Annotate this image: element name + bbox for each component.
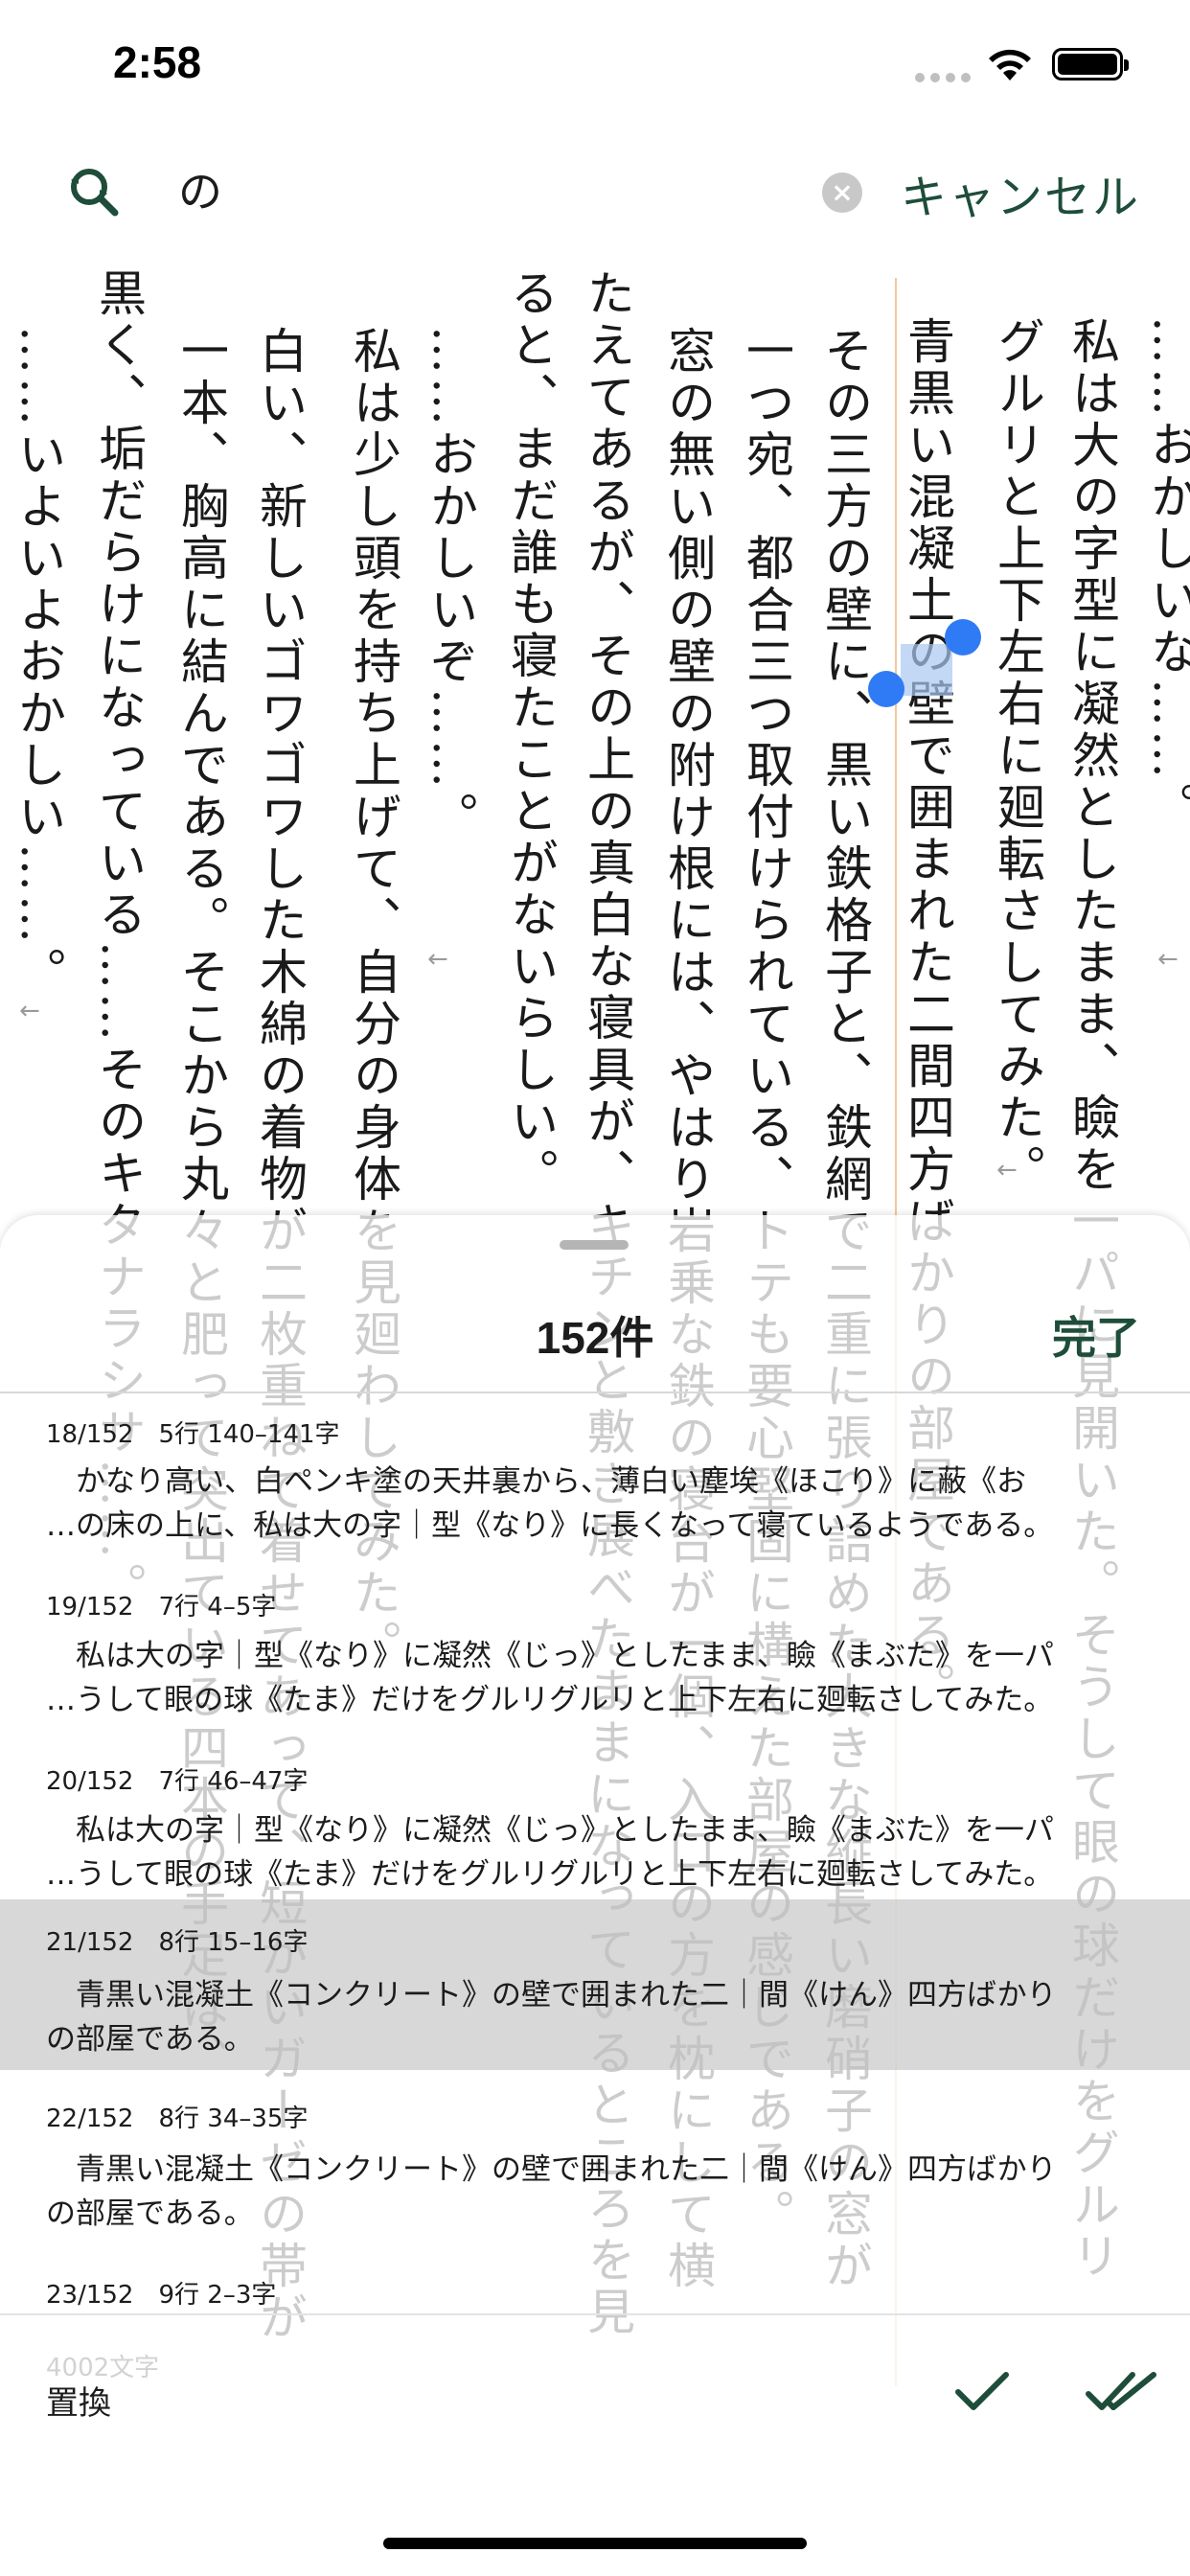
return-mark-icon: ← — [996, 1156, 1018, 1184]
result-row[interactable]: 23/152 9行 2–3字 — [0, 2248, 1190, 2313]
result-location: 20/152 7行 46–47字 — [46, 1767, 309, 1796]
done-button[interactable]: 完了 — [1052, 1303, 1140, 1367]
text-column: ……おかしいな……。 — [1143, 316, 1190, 834]
text-column: ると、まだ誰も寝たことがないらしい。 — [503, 268, 559, 1200]
text-column: ……おかしいぞ……。 — [423, 326, 478, 843]
result-location: 19/152 7行 4–5字 — [46, 1593, 277, 1622]
result-row[interactable]: 19/152 7行 4–5字 私は大の字｜型《なり》に凝然《じっ》としたまま、瞼… — [0, 1566, 1190, 1740]
return-mark-icon: ← — [1157, 945, 1179, 974]
result-row[interactable]: 18/152 5行 140–141字 かなり高い、白ペンキ塗の天井裏から、薄白い… — [0, 1393, 1190, 1566]
result-row[interactable]: 22/152 8行 34–35字 青黒い混凝土《コンクリート》の壁で囲まれた二｜… — [0, 2074, 1190, 2246]
search-match-highlight — [901, 644, 952, 696]
text-column: ……いよいよおかしい……。 — [11, 326, 66, 999]
replace-button[interactable]: 置換 — [46, 2377, 111, 2424]
result-snippet: 青黒い混凝土《コンクリート》の壁で囲まれた二｜間《けん》四方ばかり — [46, 2152, 1057, 2187]
result-snippet: の部屋である。 — [46, 2022, 254, 2057]
result-snippet: 青黒い混凝土《コンクリート》の壁で囲まれた二｜間《けん》四方ばかり — [46, 1978, 1057, 2012]
text-column: グルリと上下左右に廻転さしてみた。 — [990, 316, 1045, 1196]
checkmark-icon[interactable] — [952, 2367, 1012, 2415]
result-location: 23/152 9行 2–3字 — [46, 2281, 277, 2310]
return-mark-icon: ← — [427, 945, 448, 974]
selection-end-handle[interactable] — [945, 619, 981, 656]
result-snippet: 私は大の字｜型《なり》に凝然《じっ》としたまま、瞼《まぶた》を一パ — [46, 1639, 1054, 1673]
result-snippet: …うして眼の球《たま》だけをグルリグルリと上下左右に廻転さしてみた。 — [46, 1683, 1054, 1717]
result-location: 22/152 8行 34–35字 — [46, 2104, 309, 2133]
result-row-selected[interactable]: 21/152 8行 15–16字 青黒い混凝土《コンクリート》の壁で囲まれた二｜… — [0, 1899, 1190, 2070]
divider — [0, 2313, 1190, 2315]
result-snippet: 私は大の字｜型《なり》に凝然《じっ》としたまま、瞼《まぶた》を一パ — [46, 1813, 1054, 1848]
result-row[interactable]: 20/152 7行 46–47字 私は大の字｜型《なり》に凝然《じっ》としたまま… — [0, 1740, 1190, 1915]
sheet-grabber[interactable] — [560, 1240, 629, 1250]
home-indicator — [383, 2538, 807, 2549]
selection-start-handle[interactable] — [868, 671, 904, 707]
double-checkmark-icon[interactable] — [1085, 2367, 1157, 2415]
result-snippet: …うして眼の球《たま》だけをグルリグルリと上下左右に廻転さしてみた。 — [46, 1857, 1054, 1892]
result-location: 18/152 5行 140–141字 — [46, 1420, 340, 1449]
result-location: 21/152 8行 15–16字 — [46, 1928, 309, 1957]
result-snippet: …の床の上に、私は大の字｜型《なり》に長くなって寝ているようである。 — [46, 1508, 1054, 1543]
result-snippet: かなり高い、白ペンキ塗の天井裏から、薄白い塵埃《ほこり》に蔽《お — [46, 1464, 1026, 1499]
result-count-title: 152件 — [536, 1313, 654, 1363]
result-snippet: の部屋である。 — [46, 2196, 254, 2231]
return-mark-icon: ← — [19, 997, 40, 1025]
